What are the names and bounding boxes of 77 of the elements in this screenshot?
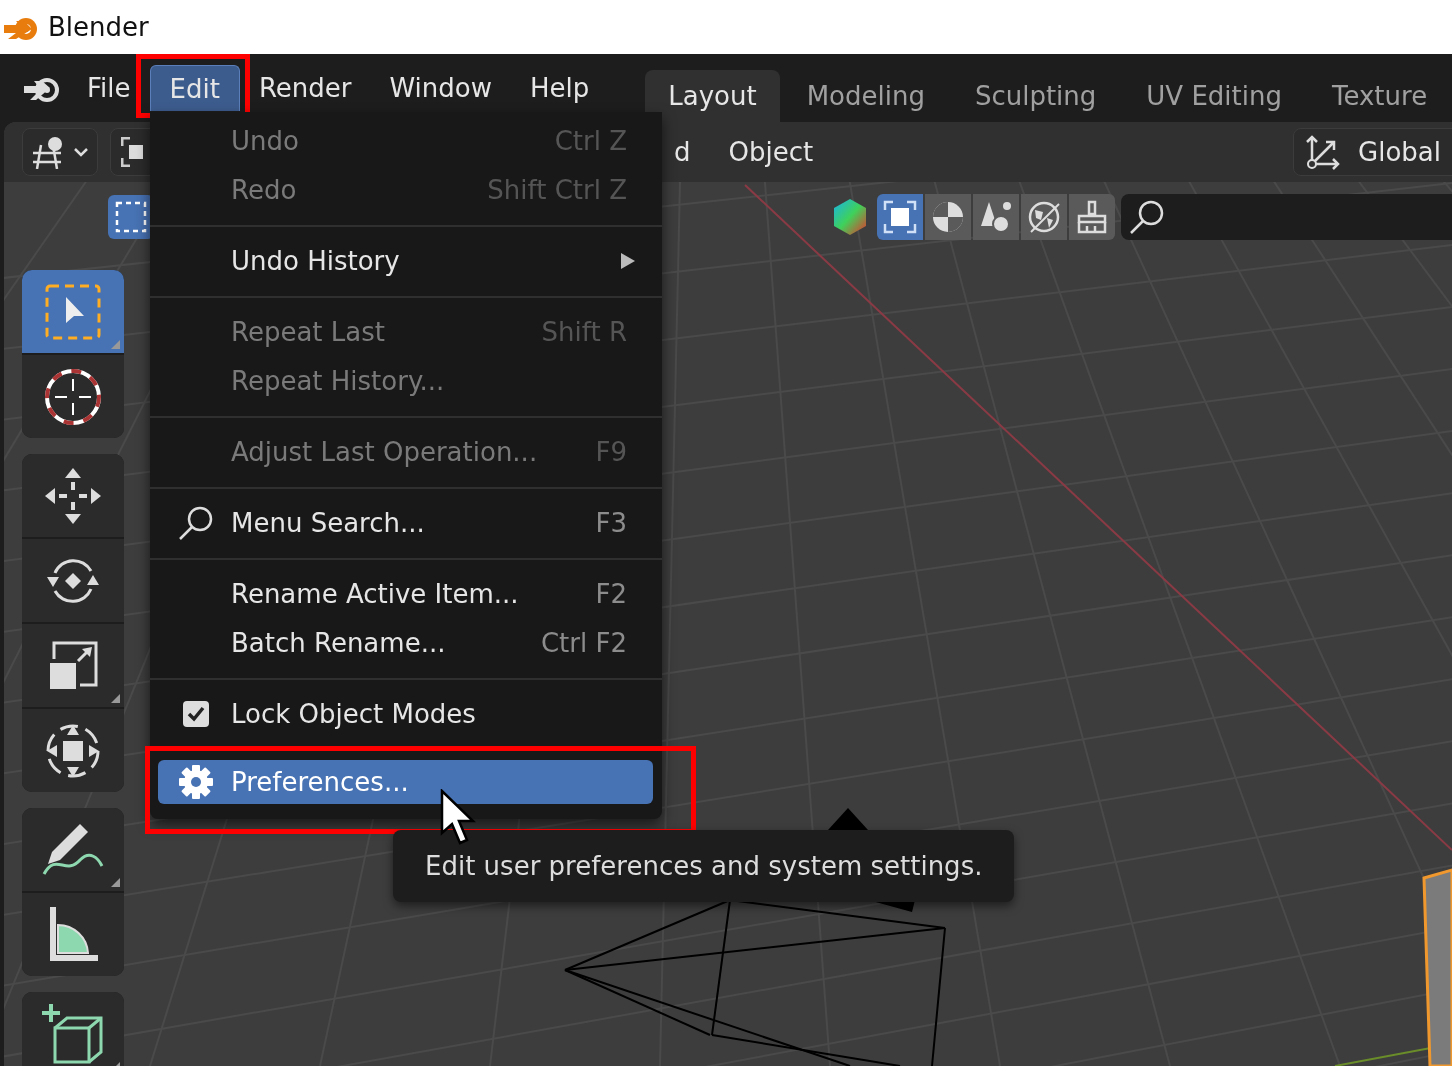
- menu-label: Redo: [231, 174, 297, 205]
- menu-label: Repeat Last: [231, 316, 385, 347]
- shortcut-text: F2: [595, 578, 627, 609]
- frame-toggle[interactable]: [877, 194, 923, 240]
- orientation-dropdown[interactable]: Global: [1293, 128, 1452, 176]
- menu-label: Rename Active Item...: [231, 578, 519, 609]
- shortcut-text: Ctrl F2: [540, 627, 627, 658]
- checkbox[interactable]: [183, 700, 209, 727]
- square-frame-icon: [883, 200, 917, 234]
- menu-label: Menu Search...: [231, 507, 425, 538]
- tooltip: Edit user preferences and system settings.: [393, 830, 1015, 902]
- menu-label: Adjust Last Operation...: [231, 436, 538, 467]
- add-cube-icon: [41, 1001, 105, 1066]
- workspace-tab[interactable]: Texture: [1308, 70, 1451, 122]
- shapes-icon: [979, 200, 1013, 234]
- mouse-pointer-icon: [440, 789, 476, 847]
- cursor-tool[interactable]: [22, 355, 124, 438]
- menu-item[interactable]: Render: [239, 65, 371, 111]
- workspace-tab[interactable]: Modeling: [783, 70, 948, 122]
- menu-item[interactable]: File: [68, 65, 150, 111]
- menu-item[interactable]: Lock Object Modes: [158, 689, 653, 738]
- header-menu[interactable]: Object: [728, 137, 814, 167]
- header-menu[interactable]: d: [674, 137, 691, 167]
- select-box-tool[interactable]: [22, 270, 124, 353]
- shortcut-text: Shift R: [541, 316, 627, 347]
- search-icon: [1129, 199, 1165, 235]
- menu-item[interactable]: Undo History: [158, 236, 653, 285]
- object-mode-icon: [31, 135, 89, 169]
- dashed-square-icon: [114, 200, 148, 234]
- menu-item[interactable]: Batch Rename... Ctrl F2: [158, 618, 653, 667]
- select-box-icon: [44, 282, 102, 341]
- add-cube-tool[interactable]: [22, 992, 124, 1066]
- rotate-tool[interactable]: [22, 539, 124, 622]
- menu-label: Repeat History...: [231, 365, 445, 396]
- menu-label: Preferences...: [231, 767, 409, 797]
- shortcut-text: Shift Ctrl Z: [487, 174, 627, 205]
- globe-icon: [1027, 200, 1061, 234]
- menu-item[interactable]: Window: [370, 65, 511, 111]
- corner-triangle-icon: [111, 878, 120, 887]
- hexagon-icon[interactable]: [833, 198, 867, 236]
- solid-toggle[interactable]: [925, 194, 971, 240]
- shortcut-text: F9: [595, 436, 627, 467]
- half-circle-icon: [931, 200, 965, 234]
- submenu-arrow-icon: [621, 252, 635, 269]
- scale-tool[interactable]: [22, 624, 124, 707]
- brush-icon: [1075, 200, 1109, 234]
- menu-item[interactable]: Menu Search... F3: [158, 498, 653, 547]
- menu-label: Undo History: [231, 245, 400, 276]
- search-icon: [178, 504, 214, 541]
- check-icon: [187, 705, 205, 722]
- window-title: Blender: [48, 12, 149, 42]
- annotate-tool[interactable]: [22, 808, 124, 891]
- menu-item[interactable]: Preferences...: [158, 760, 653, 804]
- measure-tool[interactable]: [22, 893, 124, 976]
- menu-item[interactable]: Edit: [149, 65, 240, 111]
- scale-icon: [48, 640, 98, 691]
- move-tool[interactable]: [22, 454, 124, 537]
- corner-triangle-icon: [111, 694, 120, 703]
- shortcut-text: F3: [595, 507, 627, 538]
- workspace-tab[interactable]: Sculpting: [951, 70, 1120, 122]
- workspace-tab[interactable]: Layout: [645, 70, 780, 122]
- settings-icon: [178, 764, 214, 800]
- shortcut-text: Ctrl Z: [554, 125, 627, 156]
- transform-tool[interactable]: [22, 709, 124, 792]
- crosshair-icon: [43, 366, 103, 427]
- menu-item[interactable]: Rename Active Item... F2: [158, 569, 653, 618]
- menu-label: Batch Rename...: [231, 627, 446, 658]
- mode-dropdown[interactable]: [22, 128, 98, 176]
- material-toggle[interactable]: [973, 194, 1019, 240]
- world-toggle[interactable]: [1021, 194, 1067, 240]
- menu-item[interactable]: Help: [510, 65, 609, 111]
- corner-triangle-icon: [111, 340, 120, 349]
- search-field[interactable]: [1121, 194, 1452, 240]
- workspace-tab[interactable]: UV Editing: [1123, 70, 1305, 122]
- menu-label: Undo: [231, 125, 299, 156]
- menu-label: Lock Object Modes: [231, 698, 476, 729]
- brush-toggle[interactable]: [1069, 194, 1115, 240]
